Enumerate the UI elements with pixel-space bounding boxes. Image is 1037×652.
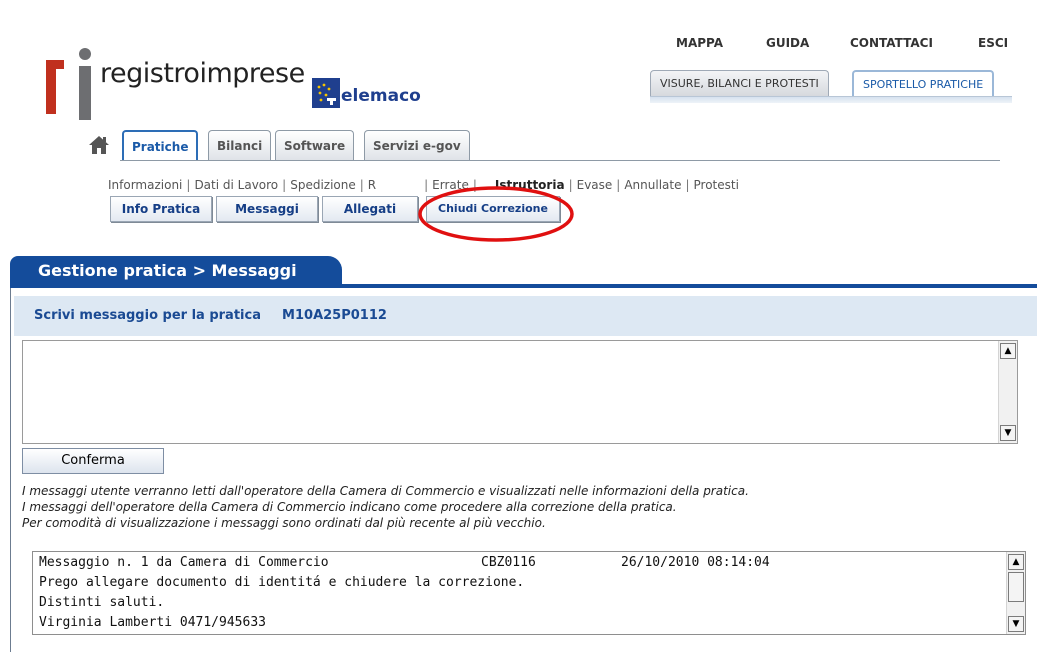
sublink-spedizione[interactable]: Spedizione: [290, 178, 356, 192]
scroll-thumb[interactable]: [1008, 572, 1024, 602]
conferma-button[interactable]: Conferma: [22, 448, 164, 474]
note-line: I messaggi utente verranno letti dall'op…: [22, 484, 749, 498]
link-guida[interactable]: GUIDA: [766, 36, 809, 50]
scroll-down-arrow-icon[interactable]: ▼: [1000, 425, 1016, 441]
telemaco-logo-text: elemaco: [341, 86, 421, 106]
sublink-informazioni[interactable]: Informazioni: [108, 178, 182, 192]
link-mappa[interactable]: MAPPA: [676, 36, 723, 50]
scroll-up-arrow-icon[interactable]: ▲: [1008, 554, 1024, 570]
message-header-code: CBZ0116: [481, 555, 536, 570]
message-textarea[interactable]: ▲ ▼: [22, 340, 1018, 444]
write-message-label: Scrivi messaggio per la pratica M10A25P0…: [34, 308, 387, 323]
allegati-button[interactable]: Allegati: [322, 196, 418, 222]
message-header-datetime: 26/10/2010 08:14:04: [621, 555, 770, 570]
history-scrollbar[interactable]: ▲ ▼: [1006, 552, 1025, 634]
registroimprese-logo-mark: [46, 48, 91, 120]
write-message-label-text: Scrivi messaggio per la pratica: [34, 308, 261, 323]
registroimprese-logo-text: registroimprese: [100, 58, 305, 89]
scroll-up-arrow-icon[interactable]: ▲: [1000, 343, 1016, 359]
messaggi-button[interactable]: Messaggi: [216, 196, 318, 222]
sublink-dati-di-lavoro[interactable]: Dati di Lavoro: [194, 178, 278, 192]
sublink-annullate[interactable]: Annullate: [624, 178, 681, 192]
scroll-down-arrow-icon[interactable]: ▼: [1008, 616, 1024, 632]
message-line: Prego allegare documento di identitá e c…: [39, 575, 525, 590]
sublink-ricerca[interactable]: R: [368, 178, 376, 192]
note-line: Per comodità di visualizzazione i messag…: [22, 516, 546, 530]
annotation-red-circle: [418, 186, 574, 242]
tab-bilanci[interactable]: Bilanci: [208, 130, 272, 160]
tab-pratiche[interactable]: Pratiche: [122, 130, 199, 160]
top-tabs-divider: [650, 96, 1012, 103]
tab-visure-bilanci-protesti[interactable]: VISURE, BILANCI E PROTESTI: [650, 70, 829, 96]
message-line: Distinti saluti.: [39, 595, 165, 610]
section-title: Gestione pratica > Messaggi: [10, 256, 342, 286]
telemaco-logo: elemaco: [312, 78, 442, 110]
note-line: I messaggi dell'operatore della Camera d…: [22, 500, 677, 514]
link-esci[interactable]: ESCI: [978, 36, 1008, 50]
message-line: Virginia Lamberti 0471/945633: [39, 615, 266, 630]
tab-sportello-pratiche[interactable]: SPORTELLO PRATICHE: [852, 70, 995, 96]
sublink-protesti[interactable]: Protesti: [694, 178, 739, 192]
info-pratica-button[interactable]: Info Pratica: [110, 196, 212, 222]
home-icon[interactable]: [88, 135, 110, 155]
sublink-evase[interactable]: Evase: [577, 178, 613, 192]
message-header-title: Messaggio n. 1 da Camera di Commercio: [39, 555, 329, 570]
tab-servizi-e-gov[interactable]: Servizi e-gov: [364, 130, 470, 160]
telemaco-logo-mark: [312, 78, 340, 108]
link-contattaci[interactable]: CONTATTACI: [850, 36, 933, 50]
message-history-box[interactable]: Messaggio n. 1 da Camera di Commercio CB…: [32, 551, 1026, 635]
textarea-scrollbar[interactable]: ▲ ▼: [998, 341, 1017, 443]
pratica-code: M10A25P0112: [282, 308, 387, 323]
tab-software[interactable]: Software: [275, 130, 355, 160]
nav-tabs-divider: [120, 160, 1000, 161]
